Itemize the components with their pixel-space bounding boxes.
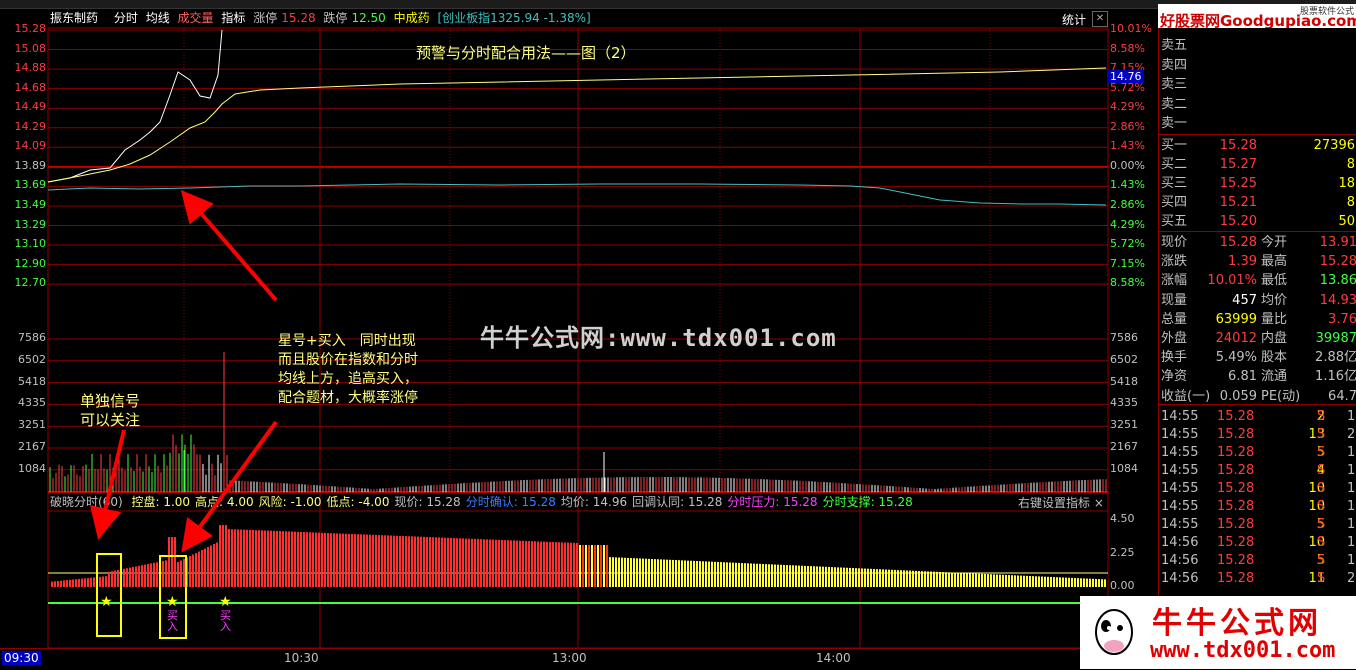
- volume-tick: 7586: [1110, 331, 1138, 344]
- pct-tick: 4.29%: [1110, 100, 1145, 114]
- price-tick: 13.69: [14, 178, 47, 192]
- pct-tick: 10.01%: [1110, 22, 1152, 35]
- star-signal-icon: ★: [100, 594, 113, 610]
- volume-tick: 2167: [18, 440, 46, 453]
- pct-tick: 2.86%: [1110, 197, 1145, 211]
- price-tick: 14.49: [14, 100, 47, 114]
- close-icon[interactable]: ✕: [1092, 11, 1108, 27]
- price-tick: 14.09: [14, 139, 47, 153]
- time-0930: 09:30: [2, 651, 41, 665]
- indicator-param: 高点: 4.00: [195, 495, 254, 509]
- price-tick: 12.70: [14, 276, 47, 290]
- price-tick: 15.08: [14, 41, 47, 55]
- single-signal-note: 单独信号 可以关注: [80, 392, 141, 429]
- volume-tick: 6502: [1110, 352, 1138, 366]
- stock-name: 振东制药: [50, 11, 99, 25]
- volume-tick: 2167: [1110, 440, 1138, 453]
- price-tick: 13.49: [14, 197, 47, 211]
- indicator-param: 分时压力: 15.28: [727, 495, 818, 509]
- time-1400: 14:00: [816, 651, 851, 665]
- indicator-param: 控盘: 1.00: [131, 495, 191, 509]
- volume-tick: 3251: [18, 418, 46, 432]
- pct-tick: 7.15%: [1110, 256, 1145, 270]
- buy-signal-label: 买入: [220, 609, 231, 633]
- volume-tick: 1084: [1110, 461, 1138, 475]
- volume-tick: 5418: [18, 374, 46, 388]
- indicator-param: 风险: -1.00: [258, 495, 322, 509]
- volume-tick: 4335: [1110, 396, 1138, 410]
- time-axis: 09:30 10:30 13:00 14:00: [0, 648, 1108, 670]
- volume-tick: 5418: [1110, 374, 1138, 388]
- indicator-title-bar: 破晓分时(60) 控盘: 1.00 高点: 4.00 风险: -1.00 低点: -4…: [50, 494, 1106, 510]
- volume-tick: 7586: [18, 331, 46, 344]
- sector-name: 中成药: [393, 11, 430, 25]
- stock-info-bar: 振东制药 分时 均线 成交量 指标 涨停 15.28 跌停 12.50 中成药 [创…: [0, 8, 1108, 28]
- volume-tick: 3251: [1110, 418, 1138, 432]
- goodgupiao-logo: 好股票网Goodgupiao.com 股票软件公式: [1158, 4, 1356, 30]
- close-indicator-icon: ×: [1093, 496, 1104, 510]
- pct-tick: 1.43%: [1110, 139, 1145, 153]
- price-tick: 14.68: [14, 80, 47, 94]
- time-1030: 10:30: [284, 651, 319, 665]
- volume-tick: 6502: [18, 352, 46, 366]
- pct-tick: 4.29%: [1110, 217, 1145, 231]
- pct-tick: 1.43%: [1110, 178, 1145, 192]
- price-tick: 13.10: [14, 237, 47, 251]
- pct-tick: 0.00%: [1110, 158, 1145, 172]
- stat-button[interactable]: 统计: [1062, 11, 1086, 28]
- price-tick: 15.28: [14, 22, 47, 35]
- menu-indicator[interactable]: 指标: [221, 11, 245, 25]
- pct-tick: 8.58%: [1110, 41, 1145, 55]
- index-name: [创业板指: [437, 11, 491, 25]
- indicator-tick: 2.25: [1110, 545, 1135, 559]
- price-tick: 14.29: [14, 119, 47, 133]
- quote-panel: 卖五 卖四 卖三 卖二 卖一 买一 15.28 27396 买二 15.27 8 买三 15.25 18…: [1158, 28, 1356, 669]
- star-signal-icon: ★: [219, 594, 232, 610]
- limit-down-value: 12.50: [351, 11, 386, 25]
- pct-tick: 2.86%: [1110, 119, 1145, 133]
- indicator-param: 分时支撑: 15.28: [822, 495, 913, 509]
- tdx001-logo: 牛牛公式网 www.tdx001.com: [1080, 596, 1356, 669]
- price-tick: 13.29: [14, 217, 47, 231]
- indicator-param: 现价: 15.28: [394, 495, 461, 509]
- price-tick: 13.89: [14, 158, 47, 172]
- star-signal-icon: ★: [166, 594, 179, 610]
- limit-up-label: 涨停: [253, 11, 278, 25]
- volume-tick: 4335: [18, 396, 46, 410]
- current-price-tag: 14.76: [1108, 70, 1144, 83]
- menu-intraday[interactable]: 分时: [114, 11, 138, 25]
- pct-tick: 8.58%: [1110, 276, 1145, 290]
- index-value: 1325.94 -1.38%]: [490, 11, 591, 25]
- cow-icon: [1090, 602, 1138, 660]
- menu-avg[interactable]: 均线: [146, 11, 170, 25]
- indicator-param: 分时确认: 15.28: [465, 495, 556, 509]
- watermark: 牛牛公式网:www.tdx001.com: [480, 324, 837, 352]
- indicator-settings-button[interactable]: 右键设置指标 ×: [1018, 494, 1104, 511]
- price-tick: 14.88: [14, 61, 47, 75]
- menu-volume[interactable]: 成交量: [178, 11, 214, 25]
- chart-title-annotation: 预警与分时配合用法——图（2）: [416, 44, 636, 62]
- buy-signal-label: 买入: [167, 609, 178, 633]
- indicator-param: 均价: 14.96: [560, 495, 628, 509]
- indicator-param: 回调认同: 15.28: [632, 495, 723, 509]
- indicator-param: 低点: -4.00: [326, 495, 390, 509]
- combo-signal-note: 星号+买入 同时出现 而且股价在指数和分时 均线上方，追高买入， 配合题材，大概率涨…: [278, 333, 418, 406]
- limit-down-label: 跌停: [323, 11, 348, 25]
- indicator-tick: 4.50: [1110, 512, 1135, 525]
- price-tick: 12.90: [14, 256, 47, 270]
- pct-tick: 5.72%: [1110, 237, 1145, 251]
- indicator-tick: 0.00: [1110, 579, 1135, 592]
- limit-up-value: 15.28: [281, 11, 316, 25]
- time-1300: 13:00: [552, 651, 587, 665]
- volume-tick: 1084: [18, 461, 46, 475]
- indicator-name: 破晓分时(60): [50, 495, 123, 509]
